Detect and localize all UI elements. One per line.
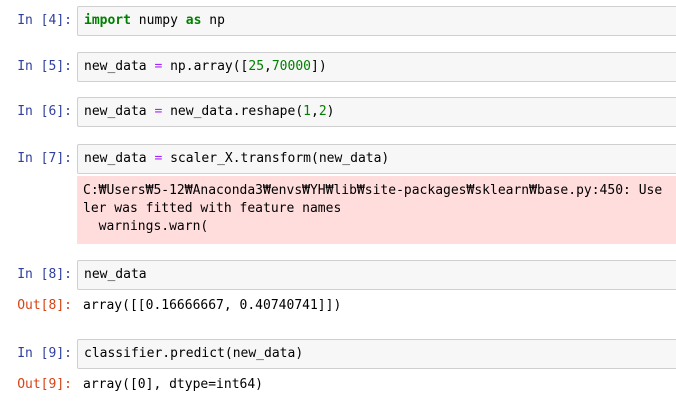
- code-line: new_data = scaler_X.transform(new_data): [84, 151, 389, 167]
- code-line: new_data = np.array([25,70000]): [84, 59, 327, 75]
- stderr-line: ler was fitted with feature names: [83, 201, 342, 216]
- code-text: ,: [311, 104, 319, 119]
- code-text: np.array([: [162, 59, 249, 74]
- code-cell-5[interactable]: new_data = np.array([25,70000]): [77, 52, 676, 82]
- keyword-as: as: [185, 13, 202, 28]
- input-prompt-9: In [9]:: [17, 346, 72, 361]
- stderr-output: C:₩Users₩5-12₩Anaconda3₩envs₩YH₩lib₩site…: [77, 176, 676, 244]
- cell-output-8: array([[0.16666667, 0.40740741]]): [83, 298, 342, 313]
- code-text: new_data: [84, 104, 155, 119]
- input-prompt-5: In [5]:: [17, 59, 72, 74]
- input-prompt-7: In [7]:: [17, 151, 72, 166]
- stderr-line: warnings.warn(: [83, 219, 209, 234]
- number-literal: 2: [318, 104, 327, 119]
- number-literal: 70000: [271, 59, 311, 74]
- output-prompt-8: Out[8]:: [17, 298, 72, 313]
- keyword-import: import: [84, 13, 131, 28]
- code-text: np: [201, 13, 225, 28]
- code-text: ,: [264, 59, 272, 74]
- code-text: scaler_X.transform(new_data): [162, 151, 390, 166]
- code-line: import numpy as np: [84, 13, 225, 29]
- input-prompt-6: In [6]:: [17, 104, 72, 119]
- stderr-line: C:₩Users₩5-12₩Anaconda3₩envs₩YH₩lib₩site…: [83, 183, 663, 198]
- code-text: ): [326, 104, 335, 119]
- code-text: ]): [311, 59, 327, 74]
- cell-output-9: array([0], dtype=int64): [83, 377, 264, 392]
- number-literal: 1: [303, 104, 311, 119]
- code-line: new_data: [84, 267, 147, 282]
- input-prompt-8: In [8]:: [17, 267, 72, 282]
- code-line: classifier.predict(new_data): [84, 346, 304, 361]
- code-text: numpy: [130, 13, 186, 28]
- code-cell-4[interactable]: import numpy as np: [77, 6, 676, 36]
- code-cell-8[interactable]: new_data: [77, 260, 676, 290]
- code-cell-9[interactable]: classifier.predict(new_data): [77, 339, 676, 369]
- number-literal: 25: [248, 59, 265, 74]
- code-text: new_data.reshape(: [162, 104, 304, 119]
- code-text: new_data: [84, 151, 155, 166]
- output-prompt-9: Out[9]:: [17, 377, 72, 392]
- code-cell-6[interactable]: new_data = new_data.reshape(1,2): [77, 97, 676, 127]
- code-text: new_data: [84, 59, 155, 74]
- code-cell-7[interactable]: new_data = scaler_X.transform(new_data): [77, 144, 676, 174]
- input-prompt-4: In [4]:: [17, 13, 72, 28]
- code-line: new_data = new_data.reshape(1,2): [84, 104, 334, 120]
